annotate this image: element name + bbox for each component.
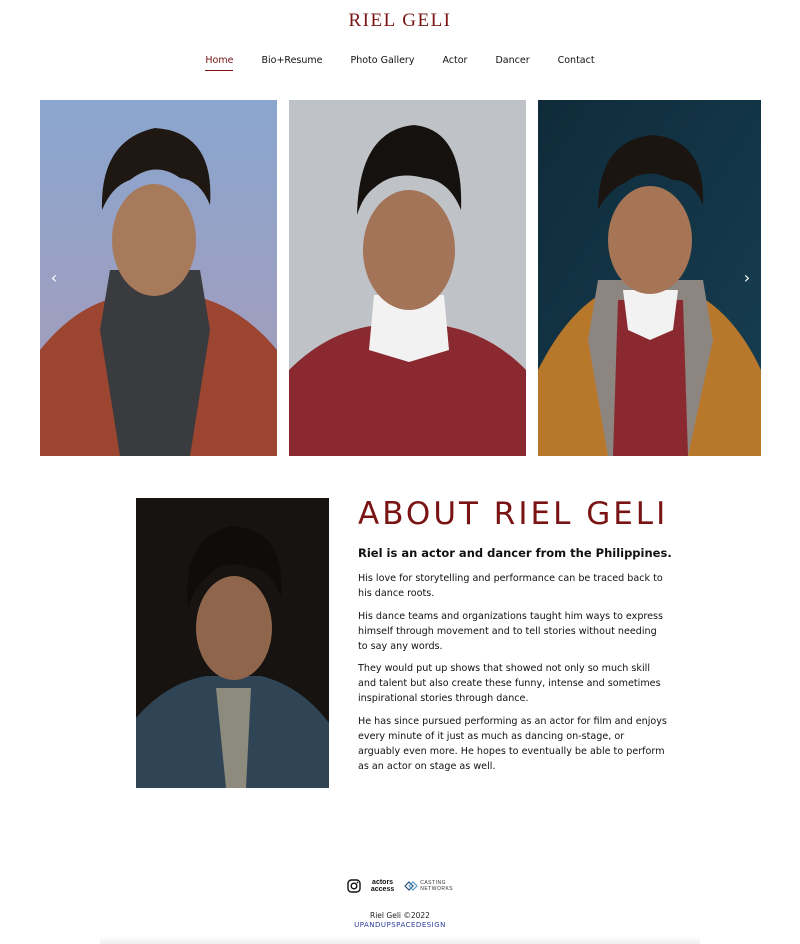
about-paragraph: His love for storytelling and performanc… [358,573,663,599]
carousel-photo-3[interactable] [538,100,761,456]
social-links: actors access CASTING NETWORKS [0,879,800,893]
instagram-link[interactable] [347,879,361,893]
portrait-photo [136,498,329,788]
casting-networks-logo: CASTING NETWORKS [420,880,454,892]
site-title[interactable]: RIEL GELI [0,10,800,32]
actors-access-logo: actors access [370,879,395,893]
nav-home[interactable]: Home [191,55,247,71]
nav-dancer[interactable]: Dancer [481,55,543,66]
about-paragraph: He has since pursued performing as an ac… [358,716,667,772]
carousel-photo-1[interactable] [40,100,277,456]
portrait-photo [538,100,761,456]
about-portrait [136,498,329,788]
casting-networks-link[interactable]: CASTING NETWORKS [404,880,453,892]
copyright-text: Riel Geli ©2022 [370,911,430,920]
nav-contact[interactable]: Contact [544,55,609,66]
carousel-prev-button[interactable]: ‹ [46,270,62,286]
nav-bio-resume[interactable]: Bio+Resume [247,55,336,66]
portrait-photo [40,100,277,456]
photo-carousel: ‹ › [40,100,761,456]
nav-actor[interactable]: Actor [428,55,481,66]
about-lead: Riel is an actor and dancer from the Phi… [358,546,672,560]
instagram-icon [347,879,361,893]
casting-networks-icon [404,881,419,891]
footer-shadow [100,936,700,944]
main-nav: Home Bio+Resume Photo Gallery Actor Danc… [0,55,800,71]
nav-photo-gallery[interactable]: Photo Gallery [337,55,429,66]
carousel-next-button[interactable]: › [739,270,755,286]
about-paragraph: His dance teams and organizations taught… [358,611,664,652]
about-paragraph: They would put up shows that showed not … [358,663,661,704]
designer-link[interactable]: UPANDUPSPACEDESIGN [0,921,800,929]
carousel-photo-2[interactable] [289,100,526,456]
actors-access-link[interactable]: actors access [371,879,394,893]
portrait-photo [289,100,526,456]
about-heading: ABOUT RIEL GELI [358,496,669,532]
